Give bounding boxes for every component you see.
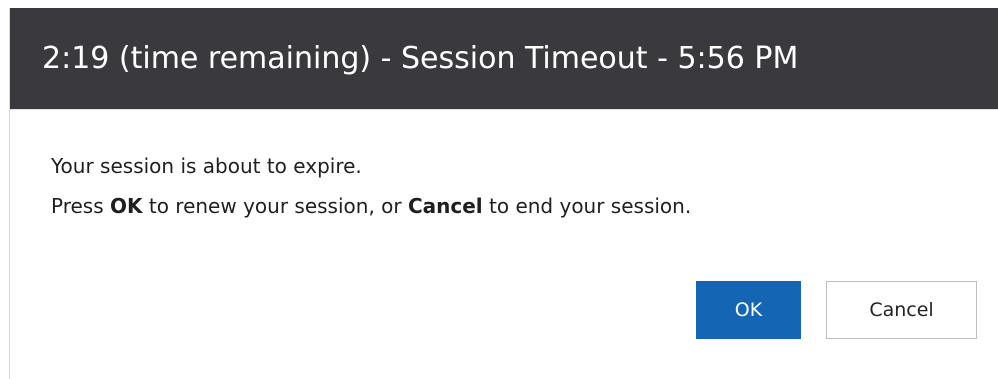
message-line-1: Your session is about to expire. <box>51 154 362 178</box>
message-ok-word: OK <box>110 194 143 218</box>
message-line-2: Press OK to renew your session, or Cance… <box>51 194 691 218</box>
session-timeout-dialog: 2:19 (time remaining) - Session Timeout … <box>9 8 998 379</box>
message-text-part1: Press <box>51 194 110 218</box>
dialog-title: 2:19 (time remaining) - Session Timeout … <box>42 41 799 76</box>
dialog-body: Your session is about to expire. Press O… <box>10 109 998 379</box>
message-text-part3: to end your session. <box>482 194 692 218</box>
ok-button[interactable]: OK <box>696 281 801 339</box>
cancel-button[interactable]: Cancel <box>826 281 977 339</box>
message-text-part2: to renew your session, or <box>142 194 408 218</box>
dialog-titlebar: 2:19 (time remaining) - Session Timeout … <box>10 8 998 109</box>
message-cancel-word: Cancel <box>407 194 483 218</box>
